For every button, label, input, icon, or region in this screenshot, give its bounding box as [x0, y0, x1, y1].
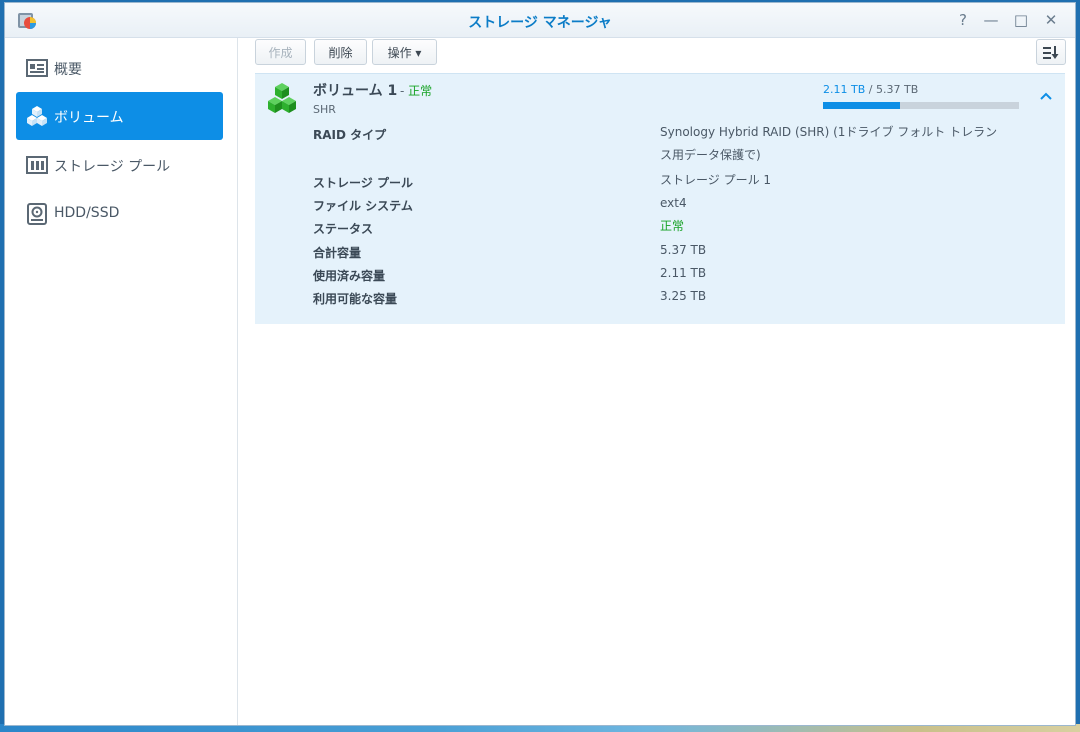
- sort-button[interactable]: [1036, 39, 1066, 65]
- minimize-button[interactable]: —: [981, 10, 1001, 30]
- sidebar-item-label: HDD/SSD: [54, 205, 120, 221]
- chevron-up-icon[interactable]: [1036, 86, 1056, 106]
- volume-type: SHR: [313, 103, 336, 116]
- storage-pool-icon: [26, 156, 48, 174]
- property-value: 2.11 TB: [660, 266, 707, 280]
- sidebar-item-volume[interactable]: ボリューム: [16, 92, 223, 140]
- property-value: 正常: [660, 219, 685, 233]
- volume-card[interactable]: ボリューム 1 - 正常 SHR 2.11 TB / 5.37 TB RAID …: [255, 73, 1065, 324]
- storage-manager-window: ストレージ マネージャ ? — □ ✕ 概要 ボリューム ストレージ プール H…: [4, 2, 1076, 726]
- sort-icon: [1043, 46, 1059, 59]
- maximize-button[interactable]: □: [1011, 10, 1031, 30]
- status-separator: -: [400, 84, 405, 98]
- usage-separator: /: [868, 83, 873, 96]
- title-bar[interactable]: ストレージ マネージャ ? — □ ✕: [5, 3, 1075, 38]
- create-button[interactable]: 作成: [255, 39, 306, 65]
- usage-bar: [823, 102, 1019, 109]
- property-value: Synology Hybrid RAID (SHR) (1ドライブ フォルト ト…: [660, 125, 998, 162]
- volume-status: - 正常: [400, 82, 432, 99]
- property-value: 5.37 TB: [660, 243, 707, 257]
- sidebar-item-label: ボリューム: [54, 110, 124, 126]
- sidebar-item-label: 概要: [54, 62, 82, 78]
- property-key: 利用可能な容量: [313, 292, 398, 306]
- sidebar-item-overview[interactable]: 概要: [16, 44, 223, 92]
- window-title: ストレージ マネージャ: [468, 15, 612, 31]
- overview-icon: [26, 59, 48, 77]
- property-key: ファイル システム: [313, 199, 413, 213]
- close-button[interactable]: ✕: [1041, 10, 1061, 30]
- action-dropdown-button[interactable]: 操作 ▾: [372, 39, 437, 65]
- volume-title: ボリューム 1: [313, 83, 398, 99]
- hdd-icon: [27, 203, 47, 225]
- delete-button[interactable]: 削除: [314, 39, 367, 65]
- used-capacity: 2.11 TB: [823, 83, 866, 96]
- property-key: ステータス: [313, 222, 374, 236]
- sidebar-item-hdd-ssd[interactable]: HDD/SSD: [16, 190, 223, 238]
- volume-green-icon: [268, 83, 296, 113]
- sidebar-item-label: ストレージ プール: [54, 159, 171, 175]
- property-key: ストレージ プール: [313, 176, 413, 190]
- usage-bar-fill: [823, 102, 901, 109]
- property-key: 使用済み容量: [313, 269, 386, 283]
- property-value: 3.25 TB: [660, 289, 707, 303]
- property-key: 合計容量: [313, 246, 362, 260]
- sidebar-item-storage-pool[interactable]: ストレージ プール: [16, 141, 223, 189]
- sidebar: 概要 ボリューム ストレージ プール HDD/SSD: [5, 38, 238, 725]
- status-text: 正常: [408, 84, 433, 98]
- main-panel: 作成 削除 操作 ▾ ボリューム 1 - 正常 SHR 2.11 TB / 5.…: [238, 38, 1075, 725]
- total-capacity: 5.37 TB: [875, 83, 919, 96]
- property-value: ストレージ プール 1: [660, 173, 772, 187]
- property-key: RAID タイプ: [313, 128, 387, 142]
- usage-text: 2.11 TB / 5.37 TB: [823, 83, 918, 96]
- property-value: ext4: [660, 196, 687, 210]
- help-button[interactable]: ?: [953, 10, 973, 30]
- volume-icon: [27, 106, 47, 126]
